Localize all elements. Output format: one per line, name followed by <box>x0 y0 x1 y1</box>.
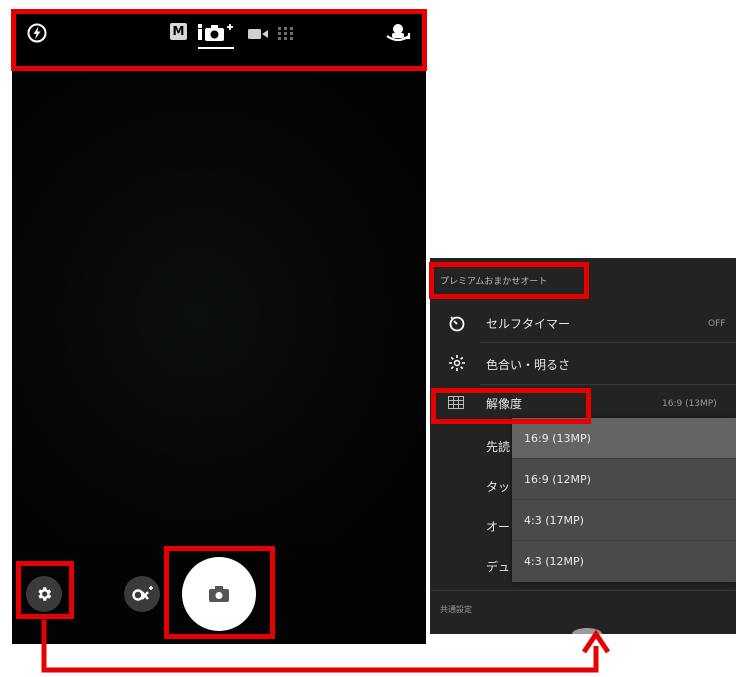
connector-arrow <box>41 620 611 673</box>
